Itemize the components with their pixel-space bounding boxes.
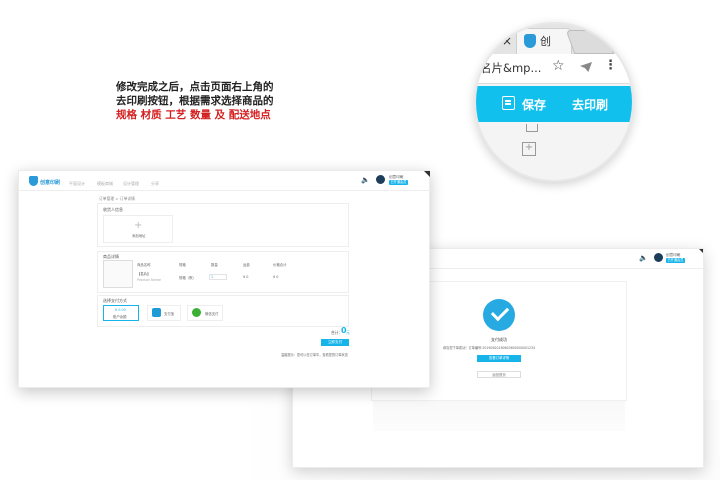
site-logo-icon [524, 34, 536, 48]
col-freight: 运费 [243, 263, 250, 267]
pay-wechat-label: 微信支付 [205, 312, 219, 316]
price-value: ¥ 0 [273, 275, 279, 279]
view-order-button[interactable]: 查看订单详情 [477, 355, 521, 362]
user-badge: 已开通会员 [666, 258, 685, 263]
logo-icon[interactable] [29, 176, 38, 186]
speaker-icon[interactable]: 🔈 [361, 176, 370, 184]
new-tab-button[interactable] [565, 30, 615, 54]
add-icon: + [134, 220, 143, 231]
col-price: 价格合计 [273, 263, 287, 267]
editor-toolbar [476, 86, 632, 122]
corner-fold [424, 171, 430, 177]
breadcrumb: 订单管理 > 订单详情 [99, 196, 135, 201]
print-button[interactable]: 去印刷 [572, 96, 608, 113]
freight-value: ¥ 0 [243, 275, 249, 279]
pay-alipay-label: 支付宝 [164, 312, 175, 316]
success-title: 支付成功 [491, 337, 507, 342]
instruction-line-2: 去印刷按钮，根据需求选择商品的 [116, 95, 274, 107]
product-thumbnail [103, 260, 133, 288]
add-page-icon[interactable]: + [522, 142, 536, 156]
nav-item-1[interactable]: 平面设计 [69, 181, 85, 187]
pay-balance-label: 账户余额 [113, 315, 127, 319]
nav-item-3[interactable]: 设计管理 [123, 181, 139, 187]
tray-icon[interactable] [526, 124, 538, 132]
fade-overlay [293, 399, 703, 467]
success-check-icon [483, 299, 515, 331]
alipay-icon [152, 308, 161, 317]
tab-title: 创 [540, 35, 551, 48]
quantity-select[interactable]: 1 [209, 274, 227, 280]
col-name: 商品名称 [137, 263, 151, 267]
product-spec: 规格（默） [179, 276, 196, 280]
payment-title: 选择支付方式 [103, 298, 127, 303]
total-unit: 元 [346, 330, 350, 335]
product-name: 【名片】 [137, 272, 151, 276]
speaker-icon[interactable]: 🔈 [639, 254, 648, 262]
add-address-label: 添加地址 [132, 234, 146, 238]
corner-fold [699, 249, 703, 255]
instruction-text: 修改完成之后，点击页面右上角的 去印刷按钮，根据需求选择商品的 规格 材质 工艺… [116, 80, 316, 122]
order-detail-text: 恭喜您下单成功！订单编号:20190620180603600000001234 [443, 346, 536, 350]
submit-payment-button[interactable]: 立即支付 [321, 339, 349, 346]
instruction-line-1: 修改完成之后，点击页面右上角的 [116, 81, 274, 93]
col-spec: 规格 [179, 263, 186, 267]
order-confirm-page: 创意印刷 平面设计 模板商城 设计管理 分享 🔈 创意印刷 已开通会员 订单管理… [18, 170, 431, 388]
user-badge: 已开通会员 [389, 180, 408, 185]
logo-text[interactable]: 创意印刷 [40, 179, 60, 186]
back-home-button[interactable]: 返回首页 [477, 371, 521, 378]
avatar[interactable] [376, 175, 385, 184]
tab-close-icon[interactable]: × [502, 34, 512, 48]
bookmark-star-icon[interactable]: ☆ [552, 58, 565, 74]
zoom-magnifier: × 创 名片&mp... ☆ ⋮ 保存 去印刷 + [474, 22, 634, 182]
instruction-line-3: 规格 材质 工艺 数量 及 配送地点 [116, 109, 271, 121]
avatar[interactable] [654, 253, 663, 262]
quantity-value: 1 [211, 275, 214, 279]
consignee-title: 收货人信息 [103, 207, 123, 212]
nav-item-4[interactable]: 分享 [151, 181, 159, 187]
browser-menu-icon[interactable]: ⋮ [604, 58, 617, 73]
save-icon[interactable] [502, 96, 515, 110]
pay-balance-amount: ¥ 0.00 [115, 308, 126, 312]
col-qty: 数量 [211, 263, 218, 267]
product-section [97, 251, 349, 293]
wechat-icon [192, 308, 201, 317]
save-button[interactable]: 保存 [522, 96, 546, 113]
product-sub: Product Name [137, 278, 161, 282]
hint-note: 温馨提示：您可以在订单中，查看您的订单状态 [281, 353, 348, 357]
url-text[interactable]: 名片&mp... [480, 60, 541, 76]
nav-item-2[interactable]: 模板商城 [97, 181, 113, 187]
